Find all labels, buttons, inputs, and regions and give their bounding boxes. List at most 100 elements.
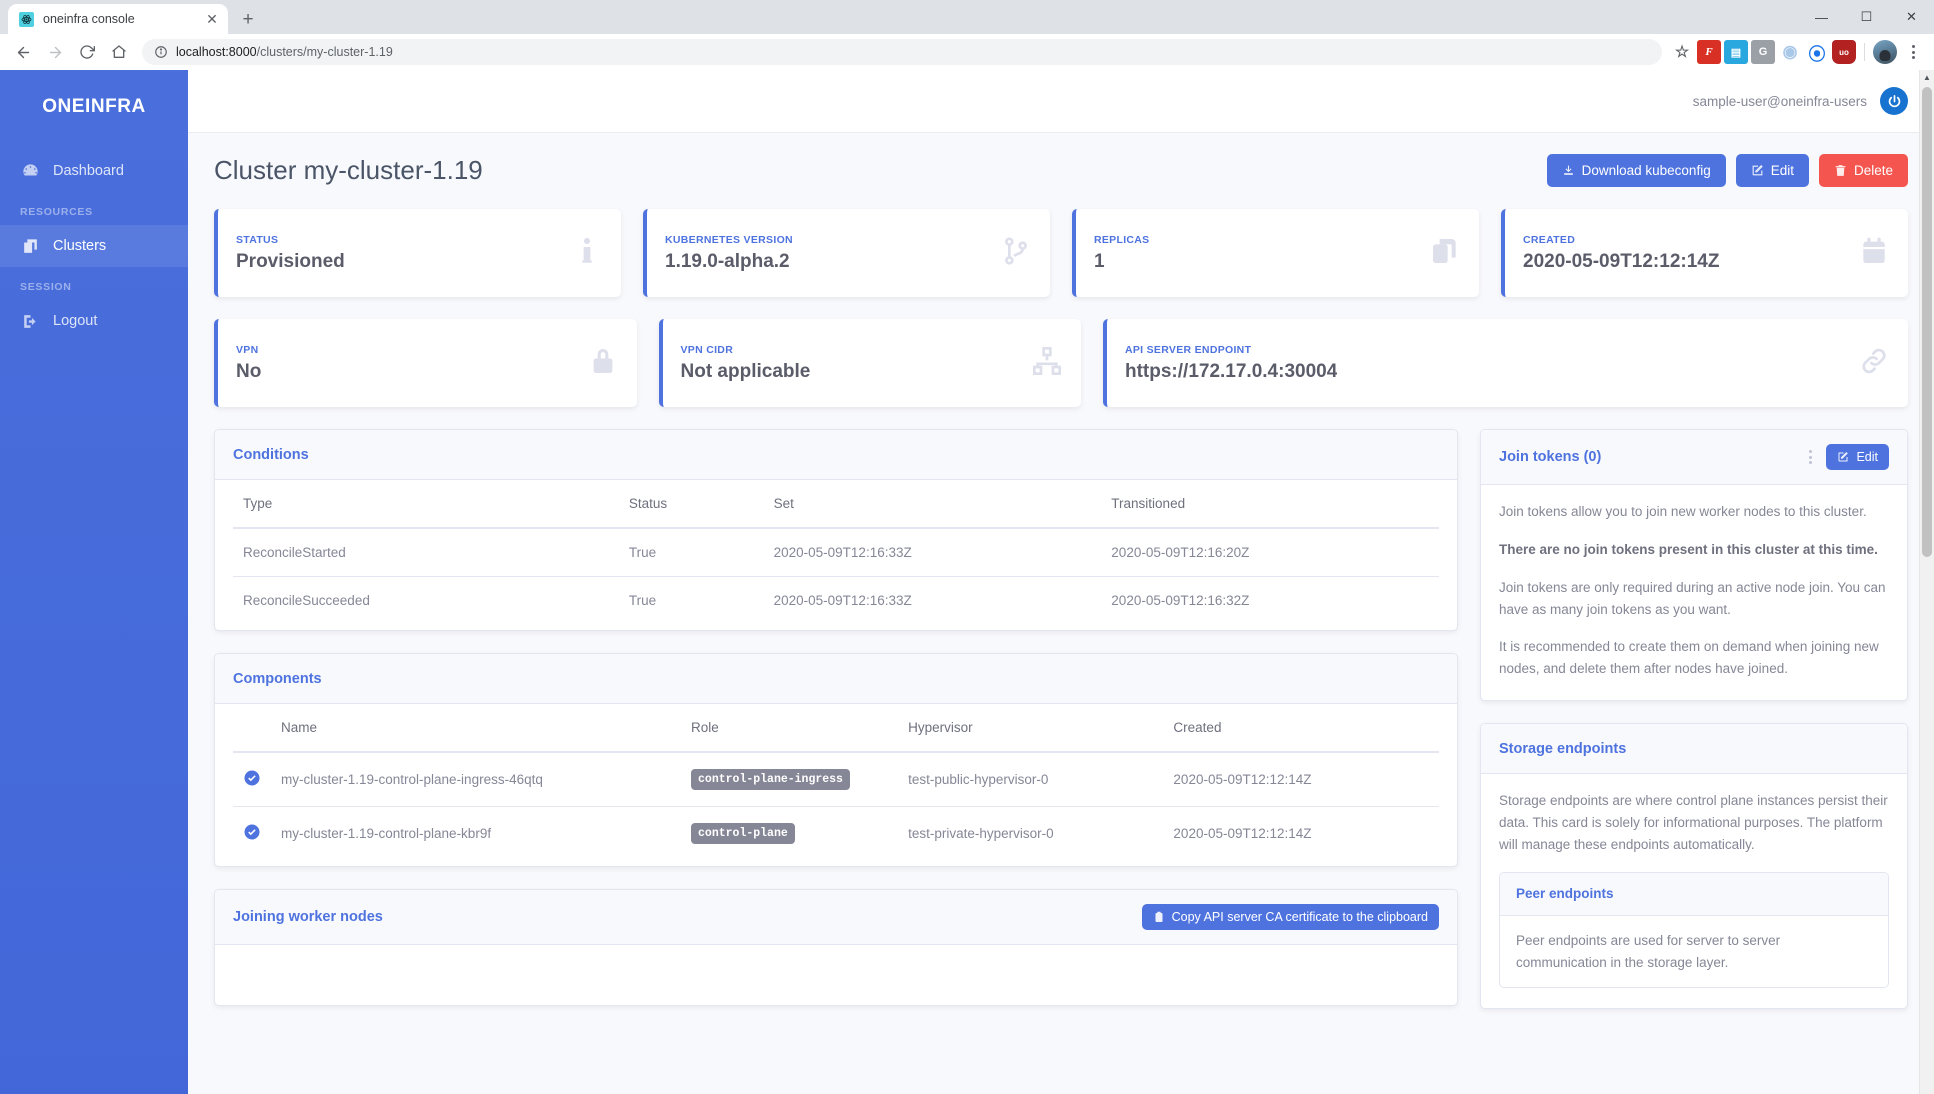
button-label: Download kubeconfig <box>1581 163 1711 178</box>
trash-icon <box>1834 164 1847 177</box>
stat-value: 1 <box>1094 250 1105 272</box>
maximize-button[interactable]: ☐ <box>1844 0 1889 34</box>
card-title: Conditions <box>233 446 309 463</box>
role-badge: control-plane <box>691 823 795 844</box>
edit-button[interactable]: Edit <box>1735 154 1809 187</box>
stat-value: No <box>236 360 262 382</box>
sidebar-item-dashboard[interactable]: Dashboard <box>0 150 188 192</box>
content-columns: Conditions Type Status Set Transitioned … <box>214 429 1908 1031</box>
check-circle-icon <box>243 769 261 787</box>
scrollbar-thumb[interactable] <box>1922 87 1932 557</box>
stat-label: CREATED <box>1523 233 1576 246</box>
sidebar-heading-resources: RESOURCES <box>20 206 93 218</box>
new-tab-button[interactable]: + <box>234 5 262 33</box>
column-header-status <box>233 704 271 753</box>
minimize-button[interactable]: — <box>1799 0 1844 34</box>
address-bar-text: localhost:8000/clusters/my-cluster-1.19 <box>176 45 393 59</box>
toolbar-extension-icons: ☆ F ▤ G ◉ ⦿ uo <box>1670 39 1926 65</box>
condition-status: True <box>628 593 657 608</box>
extension-ublock-icon[interactable]: uo <box>1832 40 1856 64</box>
table-head: Name Role Hypervisor Created <box>233 704 1439 753</box>
page-content: Cluster my-cluster-1.19 Download kubecon… <box>188 132 1934 1094</box>
button-label: Edit <box>1770 163 1794 178</box>
stat-card-created: CREATED 2020-05-09T12:12:14Z <box>1501 209 1908 297</box>
stat-label: API SERVER ENDPOINT <box>1125 343 1252 356</box>
sidebar-item-label: Clusters <box>53 238 107 254</box>
info-circle-icon <box>154 45 168 59</box>
column-header-name: Name <box>271 704 682 753</box>
stat-value: Not applicable <box>680 360 811 382</box>
components-table-wrapper: Name Role Hypervisor Created my-cluster-… <box>215 704 1457 866</box>
react-atom-icon <box>19 11 34 27</box>
column-header-status: Status <box>618 480 764 529</box>
component-status-cell <box>233 752 271 807</box>
copies-icon <box>20 236 40 256</box>
home-icon[interactable] <box>104 37 134 67</box>
table-row: ReconcileSucceeded True 2020-05-09T12:16… <box>233 577 1439 625</box>
stat-card-kubernetes-version: KUBERNETES VERSION 1.19.0-alpha.2 <box>643 209 1050 297</box>
component-role-cell: control-plane <box>681 807 898 861</box>
join-tokens-edit-button[interactable]: Edit <box>1826 444 1889 470</box>
join-tokens-paragraph-4: It is recommended to create them on dema… <box>1499 639 1879 677</box>
column-header-transitioned: Transitioned <box>1101 480 1439 529</box>
card-title: Join tokens (0) <box>1499 449 1602 465</box>
stat-cards-row-1: STATUS Provisioned KUBERNETES VERSION 1.… <box>214 209 1908 297</box>
card-title: Joining worker nodes <box>233 909 383 925</box>
extension-g-icon[interactable]: G <box>1751 40 1775 64</box>
power-logout-icon[interactable] <box>1880 87 1908 115</box>
table-body: ReconcileStarted True 2020-05-09T12:16:3… <box>233 528 1439 624</box>
three-dots-menu-icon[interactable] <box>1900 39 1926 65</box>
edit-pencil-icon <box>1837 451 1849 463</box>
extension-screenshot-icon[interactable]: ▤ <box>1724 40 1748 64</box>
right-column: Join tokens (0) Edit Join tokens allow y… <box>1480 429 1908 1031</box>
condition-transitioned: 2020-05-09T12:16:20Z <box>1101 528 1439 577</box>
table-row: my-cluster-1.19-control-plane-ingress-46… <box>233 752 1439 807</box>
stat-value: 2020-05-09T12:12:14Z <box>1523 250 1720 272</box>
condition-status: True <box>618 528 764 577</box>
sidebar-item-clusters[interactable]: Clusters <box>0 225 188 267</box>
stat-card-vpn: VPN No <box>214 319 637 407</box>
speedometer-icon <box>20 161 40 181</box>
conditions-table-wrapper: Type Status Set Transitioned ReconcileSt… <box>215 480 1457 630</box>
browser-window: oneinfra console ✕ + — ☐ ✕ localhost:800… <box>0 0 1934 1094</box>
address-bar[interactable]: localhost:8000/clusters/my-cluster-1.19 <box>142 39 1662 65</box>
delete-button[interactable]: Delete <box>1818 154 1908 187</box>
extension-f-icon[interactable]: F <box>1697 40 1721 64</box>
close-window-button[interactable]: ✕ <box>1889 0 1934 34</box>
components-card: Components Name Role Hypervisor Created … <box>214 653 1458 867</box>
reload-icon[interactable] <box>72 37 102 67</box>
storage-endpoints-card-header: Storage endpoints <box>1481 724 1907 775</box>
button-label: Delete <box>1853 163 1893 178</box>
forward-icon[interactable] <box>40 37 70 67</box>
extension-plus-circle-icon[interactable]: ⦿ <box>1805 40 1829 64</box>
close-icon[interactable]: ✕ <box>204 11 220 27</box>
stat-label: VPN CIDR <box>680 343 734 356</box>
toolbar-divider <box>1864 43 1865 61</box>
peer-endpoints-header: Peer endpoints <box>1500 872 1888 916</box>
page-scrollbar[interactable]: ▲ <box>1919 70 1934 1094</box>
table-row: ReconcileStarted True 2020-05-09T12:16:3… <box>233 528 1439 577</box>
bookmark-star-icon[interactable]: ☆ <box>1670 40 1694 64</box>
stat-value: 1.19.0-alpha.2 <box>665 250 790 272</box>
scrollbar-up-arrow[interactable]: ▲ <box>1920 70 1934 85</box>
profile-avatar[interactable] <box>1873 40 1897 64</box>
copy-ca-certificate-button[interactable]: Copy API server CA certificate to the cl… <box>1141 904 1439 930</box>
download-kubeconfig-button[interactable]: Download kubeconfig <box>1546 154 1726 187</box>
extension-ring-icon[interactable]: ◉ <box>1778 40 1802 64</box>
url-host: localhost:8000 <box>176 45 257 59</box>
component-role-cell: control-plane-ingress <box>681 752 899 807</box>
stat-label: STATUS <box>236 233 279 246</box>
sidebar-item-logout[interactable]: Logout <box>0 300 188 342</box>
clipboard-icon <box>1153 911 1165 923</box>
browser-tab[interactable]: oneinfra console ✕ <box>8 4 228 34</box>
back-icon[interactable] <box>8 37 38 67</box>
sign-out-icon <box>20 311 40 331</box>
stat-card-api-server-endpoint: API SERVER ENDPOINT https://172.17.0.4:3… <box>1103 319 1908 407</box>
vertical-dots-icon[interactable] <box>1805 446 1816 468</box>
conditions-card-header: Conditions <box>215 430 1457 480</box>
brand-logo[interactable]: ONEINFRA <box>0 96 188 150</box>
storage-endpoints-body: Storage endpoints are where control plan… <box>1481 774 1907 1008</box>
lock-icon <box>587 345 619 382</box>
condition-set: 2020-05-09T12:16:33Z <box>763 528 1102 577</box>
browser-toolbar: localhost:8000/clusters/my-cluster-1.19 … <box>0 34 1934 70</box>
